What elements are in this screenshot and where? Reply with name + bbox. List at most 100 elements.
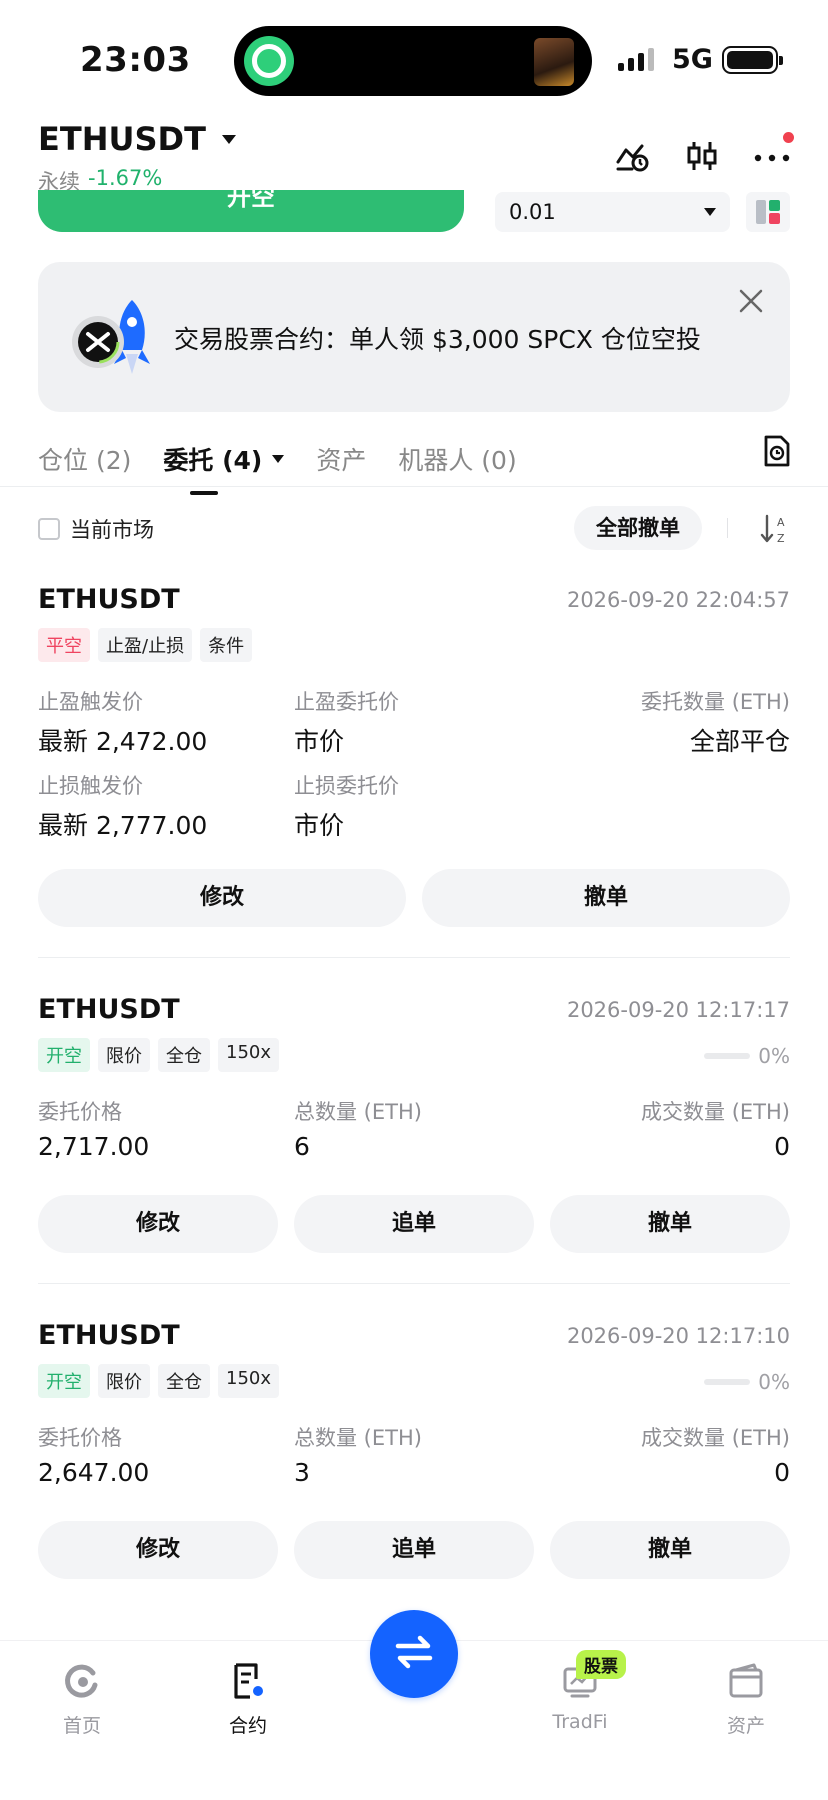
chase-order-button[interactable]: 追单 xyxy=(294,1195,534,1253)
order-time: 2026-09-20 12:17:10 xyxy=(566,1324,790,1348)
fill-progress-bar xyxy=(704,1379,751,1385)
nav-home-label: 首页 xyxy=(62,1715,101,1737)
trade-swap-button[interactable] xyxy=(370,1610,458,1698)
fill-progress: 0% xyxy=(704,1370,790,1394)
qty-value: 全部平仓 xyxy=(689,727,790,756)
rocket-logo-icon xyxy=(70,292,160,382)
quantity-value: 0.01 xyxy=(509,200,556,224)
nav-assets-label: 资产 xyxy=(726,1715,765,1737)
order-divider xyxy=(38,957,790,958)
order-card: ETHUSDT 2026-09-20 12:17:10 开空 限价 全仓 150… xyxy=(38,1320,790,1620)
type-tag: 止盈/止损 xyxy=(98,628,193,662)
promo-banner[interactable]: 交易股票合约：单人领 $3,000 SPCX 仓位空投 xyxy=(38,262,790,412)
svg-text:Z: Z xyxy=(777,532,785,545)
sl-trigger-label: 止损触发价 xyxy=(38,774,143,798)
sl-price-label: 止损委托价 xyxy=(294,774,399,798)
contract-icon xyxy=(228,1661,268,1701)
order-time: 2026-09-20 12:17:17 xyxy=(566,998,790,1022)
cancel-all-button[interactable]: 全部撤单 xyxy=(574,506,702,550)
modify-button[interactable]: 修改 xyxy=(38,1521,278,1579)
total-label: 总数量 (ETH) xyxy=(294,1100,422,1124)
side-tag: 开空 xyxy=(38,1364,90,1398)
price-alert-icon[interactable] xyxy=(612,136,652,176)
quantity-select[interactable]: 0.01 xyxy=(495,192,730,232)
chase-order-button[interactable]: 追单 xyxy=(294,1521,534,1579)
order-card: ETHUSDT 2026-09-20 22:04:57 平空 止盈/止损 条件 … xyxy=(38,584,790,964)
filled-value: 0 xyxy=(774,1132,790,1161)
order-symbol: ETHUSDT xyxy=(38,994,180,1025)
nav-contract-label: 合约 xyxy=(228,1715,267,1737)
order-history-icon[interactable] xyxy=(762,434,792,468)
stock-badge: 股票 xyxy=(576,1650,626,1679)
more-icon[interactable] xyxy=(752,132,794,176)
filled-label: 成交数量 (ETH) xyxy=(641,1426,790,1450)
banner-text: 交易股票合约：单人领 $3,000 SPCX 仓位空投 xyxy=(174,325,701,354)
tp-price-value: 市价 xyxy=(294,727,345,756)
cancel-order-button[interactable]: 撤单 xyxy=(550,1521,790,1579)
cancel-order-button[interactable]: 撤单 xyxy=(550,1195,790,1253)
fill-progress-value: 0% xyxy=(758,1044,790,1068)
current-market-label: 当前市场 xyxy=(70,518,154,542)
caret-down-icon xyxy=(704,208,716,216)
status-bar: 23:03 5G xyxy=(0,0,828,110)
order-symbol: ETHUSDT xyxy=(38,584,180,615)
nav-home[interactable]: 首页 xyxy=(22,1661,142,1738)
sl-trigger-value: 最新 2,777.00 xyxy=(38,811,208,840)
tab-bots[interactable]: 机器人 (0) xyxy=(398,441,516,477)
home-icon xyxy=(62,1661,102,1701)
tp-price-label: 止盈委托价 xyxy=(294,690,399,714)
type-tag: 限价 xyxy=(98,1038,150,1072)
tp-trigger-value: 最新 2,472.00 xyxy=(38,727,208,756)
order-time: 2026-09-20 22:04:57 xyxy=(566,588,790,612)
total-label: 总数量 (ETH) xyxy=(294,1426,422,1450)
nav-contract[interactable]: 合约 xyxy=(188,1661,308,1738)
nav-tradfi-label: TradFi xyxy=(552,1711,608,1733)
price-value: 2,717.00 xyxy=(38,1132,150,1161)
filter-row: 当前市场 全部撤单 AZ xyxy=(38,506,790,552)
side-tag: 开空 xyxy=(38,1038,90,1072)
tab-orders[interactable]: 委托 (4) xyxy=(163,441,285,495)
symbol-name: ETHUSDT xyxy=(38,120,206,158)
network-type: 5G xyxy=(672,44,713,75)
modify-button[interactable]: 修改 xyxy=(38,869,406,927)
total-value: 3 xyxy=(294,1458,310,1487)
order-card: ETHUSDT 2026-09-20 12:17:17 开空 限价 全仓 150… xyxy=(38,994,790,1324)
nav-assets[interactable]: 资产 xyxy=(686,1661,806,1738)
signal-icon xyxy=(618,48,654,71)
price-label: 委托价格 xyxy=(38,1426,122,1450)
margin-mode-tag: 全仓 xyxy=(158,1038,210,1072)
clock: 23:03 xyxy=(80,40,191,80)
close-icon[interactable] xyxy=(736,286,766,316)
fill-progress-value: 0% xyxy=(758,1370,790,1394)
caret-down-icon xyxy=(272,455,285,463)
tab-orders-label: 委托 (4) xyxy=(163,446,263,475)
swap-icon xyxy=(392,1630,436,1678)
order-tags: 平空 止盈/止损 条件 xyxy=(38,628,253,662)
modify-button[interactable]: 修改 xyxy=(38,1195,278,1253)
symbol-selector[interactable]: ETHUSDT xyxy=(38,120,236,158)
margin-mode-tag: 全仓 xyxy=(158,1364,210,1398)
fill-progress: 0% xyxy=(704,1044,790,1068)
open-short-button[interactable]: 开空 xyxy=(38,190,464,232)
cancel-order-button[interactable]: 撤单 xyxy=(422,869,790,927)
order-tags: 开空 限价 全仓 150x xyxy=(38,1364,280,1398)
tab-positions[interactable]: 仓位 (2) xyxy=(38,441,131,477)
current-market-checkbox[interactable] xyxy=(38,518,60,540)
leverage-tag: 150x xyxy=(218,1364,280,1398)
side-tag: 平空 xyxy=(38,628,90,662)
notification-dot xyxy=(783,132,794,143)
live-activity-app-icon xyxy=(244,36,294,86)
candlestick-chart-icon[interactable] xyxy=(682,136,722,176)
svg-text:A: A xyxy=(777,516,785,529)
tab-assets[interactable]: 资产 xyxy=(316,441,366,477)
wallet-icon xyxy=(726,1661,766,1701)
type-tag: 限价 xyxy=(98,1364,150,1398)
filter-separator xyxy=(727,518,728,538)
order-tabs: 仓位 (2) 委托 (4) 资产 机器人 (0) xyxy=(38,430,790,495)
total-value: 6 xyxy=(294,1132,310,1161)
filled-label: 成交数量 (ETH) xyxy=(641,1100,790,1124)
orderbook-layout-icon[interactable] xyxy=(746,192,790,232)
nav-trade[interactable]: 交易 xyxy=(354,1663,474,1796)
sort-icon[interactable]: AZ xyxy=(758,512,790,546)
live-activity-thumbnail xyxy=(534,38,574,86)
